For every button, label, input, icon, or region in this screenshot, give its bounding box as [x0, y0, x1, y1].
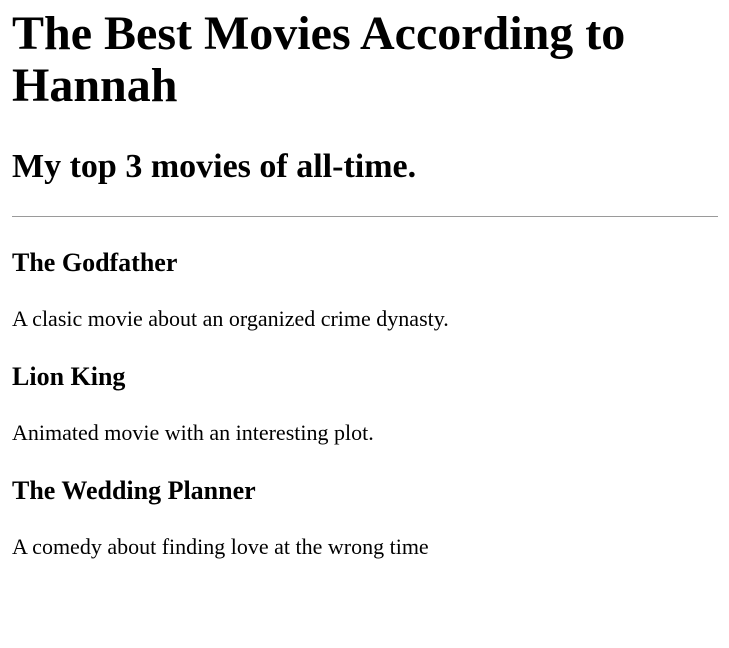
movie-item-godfather: The Godfather A clasic movie about an or… [12, 248, 718, 332]
page-title: The Best Movies According to Hannah [12, 7, 626, 112]
divider [12, 216, 718, 217]
page: The Best Movies According to Hannah My t… [0, 8, 729, 560]
movie-title: Lion King [12, 362, 126, 391]
movie-title: The Wedding Planner [12, 476, 256, 505]
movie-item-lion-king: Lion King Animated movie with an interes… [12, 362, 718, 446]
movie-title: The Godfather [12, 248, 178, 277]
movie-description: A comedy about finding love at the wrong… [12, 534, 429, 559]
movie-item-wedding-planner: The Wedding Planner A comedy about findi… [12, 476, 718, 560]
movie-description: Animated movie with an interesting plot. [12, 420, 374, 445]
page-subtitle: My top 3 movies of all-time. [12, 148, 417, 185]
movie-description: A clasic movie about an organized crime … [12, 306, 449, 331]
